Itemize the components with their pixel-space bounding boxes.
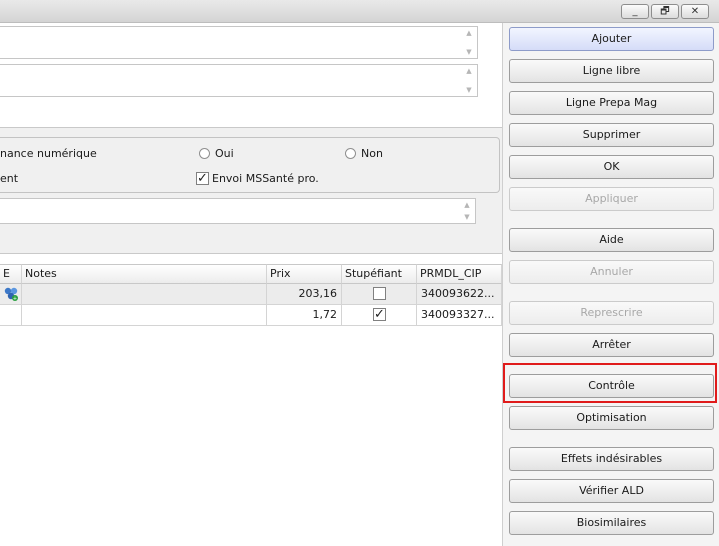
options-panel: nance numérique Oui Non ent ✓ Envoi MSSa… xyxy=(0,127,505,254)
action-button-panel: Ajouter Ligne libre Ligne Prepa Mag Supp… xyxy=(502,23,719,546)
check-icon: ✓ xyxy=(374,307,385,322)
scroll-up-icon[interactable]: ▲ xyxy=(466,67,471,75)
radio-oui-label[interactable]: Oui xyxy=(215,147,234,160)
stupefiant-checkbox-row-0[interactable] xyxy=(373,287,386,300)
arreter-button[interactable]: Arrêter xyxy=(509,333,714,357)
column-header-prmdl-cip[interactable]: PRMDL_CIP xyxy=(417,264,502,284)
text-area-3[interactable]: ▲ ▼ xyxy=(0,198,476,224)
svg-text:+: + xyxy=(13,296,17,302)
title-bar: _ 🗗 ✕ xyxy=(0,0,719,23)
check-icon: ✓ xyxy=(197,171,208,186)
ajouter-button[interactable]: Ajouter xyxy=(509,27,714,51)
table-row-1-notes[interactable] xyxy=(22,305,267,326)
scroll-down-icon[interactable]: ▼ xyxy=(466,86,471,94)
effets-indesirables-button[interactable]: Effets indésirables xyxy=(509,447,714,471)
annuler-button[interactable]: Annuler xyxy=(509,260,714,284)
ok-button[interactable]: OK xyxy=(509,155,714,179)
close-icon: ✕ xyxy=(690,5,700,17)
radio-group-label: nance numérique xyxy=(0,147,97,160)
table-row-0-prmdl-cip[interactable]: 340093622... xyxy=(417,284,502,305)
table-row-1-stupefiant[interactable]: ✓ xyxy=(342,305,417,326)
scroll-down-icon[interactable]: ▼ xyxy=(466,48,471,56)
text-area-3-scrollbar[interactable]: ▲ ▼ xyxy=(459,199,475,223)
table-row-1-prix[interactable]: 1,72 xyxy=(267,305,342,326)
minimize-button[interactable]: _ xyxy=(621,4,649,19)
ligne-prepa-mag-button[interactable]: Ligne Prepa Mag xyxy=(509,91,714,115)
radio-oui[interactable] xyxy=(199,148,210,159)
column-header-notes[interactable]: Notes xyxy=(22,264,267,284)
scroll-down-icon[interactable]: ▼ xyxy=(464,213,469,221)
table-row-1-e[interactable] xyxy=(0,305,22,326)
text-area-2-scrollbar[interactable]: ▲ ▼ xyxy=(461,65,477,96)
radio-non[interactable] xyxy=(345,148,356,159)
text-area-1[interactable]: ▲ ▼ xyxy=(0,26,478,59)
biosimilaires-button[interactable]: Biosimilaires xyxy=(509,511,714,535)
close-button[interactable]: ✕ xyxy=(681,4,709,19)
radio-non-label[interactable]: Non xyxy=(361,147,383,160)
restore-button[interactable]: 🗗 xyxy=(651,4,679,19)
appliquer-button[interactable]: Appliquer xyxy=(509,187,714,211)
mssante-label[interactable]: Envoi MSSanté pro. xyxy=(212,172,319,185)
molecule-icon: + xyxy=(4,287,18,302)
mssante-checkbox[interactable]: ✓ xyxy=(196,172,209,185)
options-groupbox: nance numérique Oui Non ent ✓ Envoi MSSa… xyxy=(0,137,500,193)
table-row-1-prmdl-cip[interactable]: 340093327... xyxy=(417,305,502,326)
text-area-1-scrollbar[interactable]: ▲ ▼ xyxy=(461,27,477,58)
restore-icon: 🗗 xyxy=(660,5,670,17)
table-row-0-stupefiant[interactable] xyxy=(342,284,417,305)
main-form: ▲ ▼ ▲ ▼ nance numérique Oui Non ent ✓ Envo… xyxy=(0,23,505,546)
column-header-stupefiant[interactable]: Stupéfiant xyxy=(342,264,417,284)
ligne-libre-button[interactable]: Ligne libre xyxy=(509,59,714,83)
row-label: ent xyxy=(0,172,19,185)
controle-highlight-box xyxy=(503,363,717,403)
column-header-prix[interactable]: Prix xyxy=(267,264,342,284)
table-row-0-notes[interactable] xyxy=(22,284,267,305)
text-area-2[interactable]: ▲ ▼ xyxy=(0,64,478,97)
represcrire-button[interactable]: Represcrire xyxy=(509,301,714,325)
verifier-ald-button[interactable]: Vérifier ALD xyxy=(509,479,714,503)
scroll-up-icon[interactable]: ▲ xyxy=(464,201,469,209)
table-row-0-prix[interactable]: 203,16 xyxy=(267,284,342,305)
scroll-up-icon[interactable]: ▲ xyxy=(466,29,471,37)
column-header-e[interactable]: E xyxy=(0,264,22,284)
aide-button[interactable]: Aide xyxy=(509,228,714,252)
supprimer-button[interactable]: Supprimer xyxy=(509,123,714,147)
table-row-0-e[interactable]: + xyxy=(0,284,22,305)
stupefiant-checkbox-row-1[interactable]: ✓ xyxy=(373,308,386,321)
minimize-icon: _ xyxy=(632,5,638,17)
optimisation-button[interactable]: Optimisation xyxy=(509,406,714,430)
